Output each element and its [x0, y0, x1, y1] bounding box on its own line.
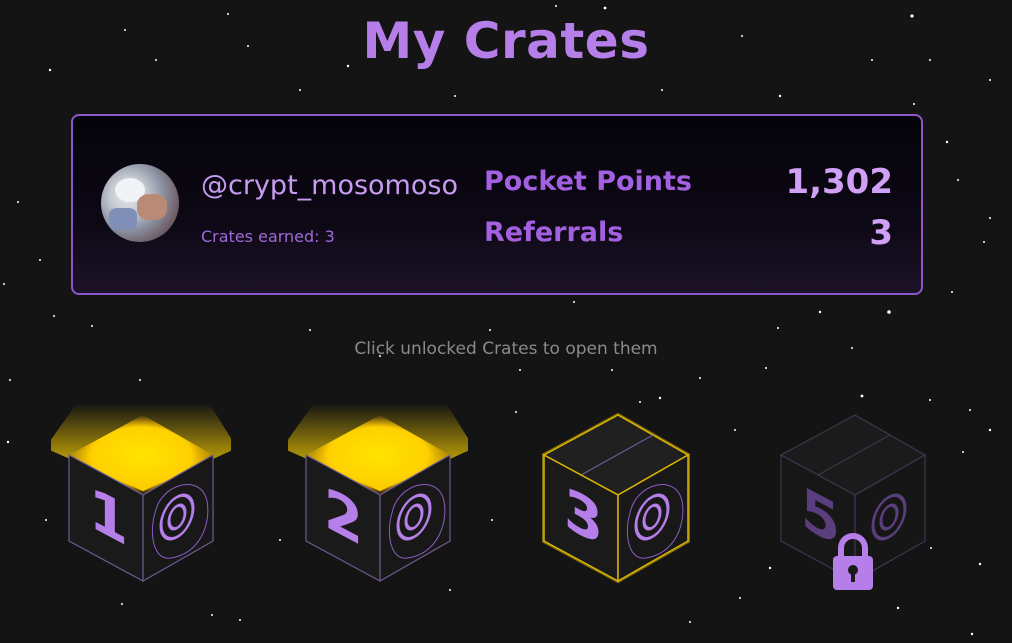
- avatar-detail: [109, 208, 137, 230]
- avatar[interactable]: [101, 164, 179, 242]
- referrals-label: Referrals: [484, 217, 624, 248]
- crate-3[interactable]: 3: [526, 393, 706, 593]
- crate-box-graphic: [542, 412, 690, 584]
- crate-box-graphic: [288, 403, 468, 583]
- page-title: My Crates: [362, 12, 650, 70]
- padlock-icon: [833, 533, 873, 590]
- profile-card: @crypt_mosomoso Crates earned: 3 Pocket …: [71, 114, 923, 295]
- crate-5[interactable]: 5: [763, 393, 943, 593]
- pocket-points-label: Pocket Points: [484, 166, 692, 197]
- username: @crypt_mosomoso: [201, 170, 458, 201]
- crate-box-graphic: [51, 403, 231, 583]
- crate-1[interactable]: 1: [51, 393, 231, 593]
- avatar-detail: [137, 194, 167, 220]
- referrals-value: 3: [869, 213, 893, 253]
- crates-hint: Click unlocked Crates to open them: [354, 339, 658, 359]
- crate-2[interactable]: 2: [288, 393, 468, 593]
- pocket-points-value: 1,302: [785, 162, 893, 202]
- crates-earned-count: Crates earned: 3: [201, 227, 335, 246]
